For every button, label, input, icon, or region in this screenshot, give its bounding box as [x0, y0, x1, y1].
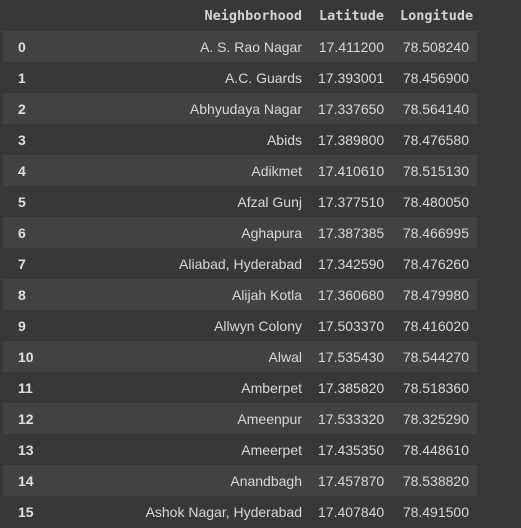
row-index: 1 — [18, 69, 26, 86]
column-header-longitude: Longitude — [400, 7, 474, 24]
cell-latitude: 17.457870 — [318, 472, 385, 489]
column-header-latitude: Latitude — [318, 7, 384, 24]
cell-latitude: 17.407840 — [318, 503, 385, 520]
table-row: 7 Aliabad, Hyderabad 17.342590 78.476260 — [3, 248, 477, 279]
table-row: 2 Abhyudaya Nagar 17.337650 78.564140 — [3, 93, 477, 124]
cell-neighborhood: Alijah Kotla — [231, 286, 302, 303]
cell-latitude: 17.389800 — [318, 131, 385, 148]
cell-neighborhood: Anandbagh — [230, 472, 302, 489]
table-row: 9 Allwyn Colony 17.503370 78.416020 — [3, 310, 477, 341]
cell-neighborhood: A. S. Rao Nagar — [200, 38, 302, 55]
table-row: 10 Alwal 17.535430 78.544270 — [3, 341, 477, 372]
table-body: 0 A. S. Rao Nagar 17.411200 78.508240 1 A.C. … — [3, 31, 477, 527]
table-row: 4 Adikmet 17.410610 78.515130 — [3, 155, 477, 186]
cell-longitude: 78.476260 — [402, 255, 469, 272]
row-index: 10 — [18, 348, 34, 365]
cell-neighborhood: Allwyn Colony — [214, 317, 302, 334]
table-row: 15 Ashok Nagar, Hyderabad 17.407840 78.4915… — [3, 496, 477, 527]
cell-neighborhood: A.C. Guards — [224, 69, 302, 86]
cell-neighborhood: Alwal — [268, 348, 302, 365]
row-index: 3 — [18, 131, 26, 148]
table-row: 0 A. S. Rao Nagar 17.411200 78.508240 — [3, 31, 477, 62]
cell-longitude: 78.416020 — [402, 317, 469, 334]
row-index: 7 — [18, 255, 26, 272]
cell-neighborhood: Ameerpet — [241, 441, 302, 458]
cell-latitude: 17.410610 — [318, 162, 385, 179]
cell-longitude: 78.491500 — [402, 503, 469, 520]
cell-neighborhood: Ameenpur — [237, 410, 302, 427]
row-index: 12 — [18, 410, 34, 427]
cell-latitude: 17.393001 — [318, 69, 385, 86]
table-row: 13 Ameerpet 17.435350 78.448610 — [3, 434, 477, 465]
cell-neighborhood: Aliabad, Hyderabad — [179, 255, 302, 272]
cell-latitude: 17.385820 — [318, 379, 385, 396]
row-index: 2 — [18, 100, 26, 117]
cell-latitude: 17.411200 — [318, 38, 384, 55]
cell-longitude: 78.456900 — [402, 69, 469, 86]
row-index: 9 — [18, 317, 26, 334]
cell-longitude: 78.518360 — [402, 379, 469, 396]
cell-neighborhood: Abids — [266, 131, 302, 148]
cell-neighborhood: Abhyudaya Nagar — [189, 100, 302, 117]
cell-longitude: 78.538820 — [402, 472, 469, 489]
cell-longitude: 78.325290 — [402, 410, 469, 427]
cell-latitude: 17.503370 — [318, 317, 385, 334]
cell-longitude: 78.515130 — [402, 162, 469, 179]
row-index: 4 — [18, 162, 26, 179]
cell-longitude: 78.479980 — [402, 286, 469, 303]
row-index: 8 — [18, 286, 26, 303]
cell-longitude: 78.466995 — [402, 224, 469, 241]
table-header: Neighborhood Latitude Longitude — [3, 0, 477, 31]
table-row: 1 A.C. Guards 17.393001 78.456900 — [3, 62, 477, 93]
cell-longitude: 78.448610 — [402, 441, 469, 458]
table-row: 8 Alijah Kotla 17.360680 78.479980 — [3, 279, 477, 310]
table-row: 12 Ameenpur 17.533320 78.325290 — [3, 403, 477, 434]
cell-longitude: 78.564140 — [402, 100, 469, 117]
cell-latitude: 17.360680 — [318, 286, 385, 303]
cell-latitude: 17.533320 — [318, 410, 385, 427]
cell-longitude: 78.508240 — [402, 38, 469, 55]
row-index: 0 — [18, 38, 26, 55]
column-header-index — [3, 0, 45, 31]
dataframe-table: Neighborhood Latitude Longitude 0 A. S. R… — [3, 0, 477, 527]
row-index: 6 — [18, 224, 26, 241]
cell-longitude: 78.480050 — [402, 193, 469, 210]
table-row: 11 Amberpet 17.385820 78.518360 — [3, 372, 477, 403]
table-row: 3 Abids 17.389800 78.476580 — [3, 124, 477, 155]
cell-latitude: 17.535430 — [318, 348, 385, 365]
cell-latitude: 17.435350 — [318, 441, 385, 458]
row-index: 13 — [18, 441, 34, 458]
cell-neighborhood: Afzal Gunj — [237, 193, 302, 210]
cell-longitude: 78.476580 — [402, 131, 469, 148]
cell-latitude: 17.377510 — [318, 193, 385, 210]
row-index: 15 — [18, 503, 34, 520]
cell-neighborhood: Ashok Nagar, Hyderabad — [145, 503, 302, 520]
column-header-neighborhood: Neighborhood — [204, 7, 302, 24]
cell-latitude: 17.337650 — [318, 100, 385, 117]
cell-neighborhood: Amberpet — [241, 379, 302, 396]
cell-longitude: 78.544270 — [402, 348, 469, 365]
table-row: 5 Afzal Gunj 17.377510 78.480050 — [3, 186, 477, 217]
cell-latitude: 17.387385 — [318, 224, 385, 241]
row-index: 5 — [18, 193, 26, 210]
table-row: 6 Aghapura 17.387385 78.466995 — [3, 217, 477, 248]
row-index: 14 — [18, 472, 34, 489]
dataframe-output: Neighborhood Latitude Longitude 0 A. S. R… — [3, 0, 477, 527]
table-row: 14 Anandbagh 17.457870 78.538820 — [3, 465, 477, 496]
cell-neighborhood: Aghapura — [241, 224, 302, 241]
cell-latitude: 17.342590 — [318, 255, 385, 272]
row-index: 11 — [18, 379, 33, 396]
header-row: Neighborhood Latitude Longitude — [3, 0, 477, 31]
cell-neighborhood: Adikmet — [251, 162, 302, 179]
